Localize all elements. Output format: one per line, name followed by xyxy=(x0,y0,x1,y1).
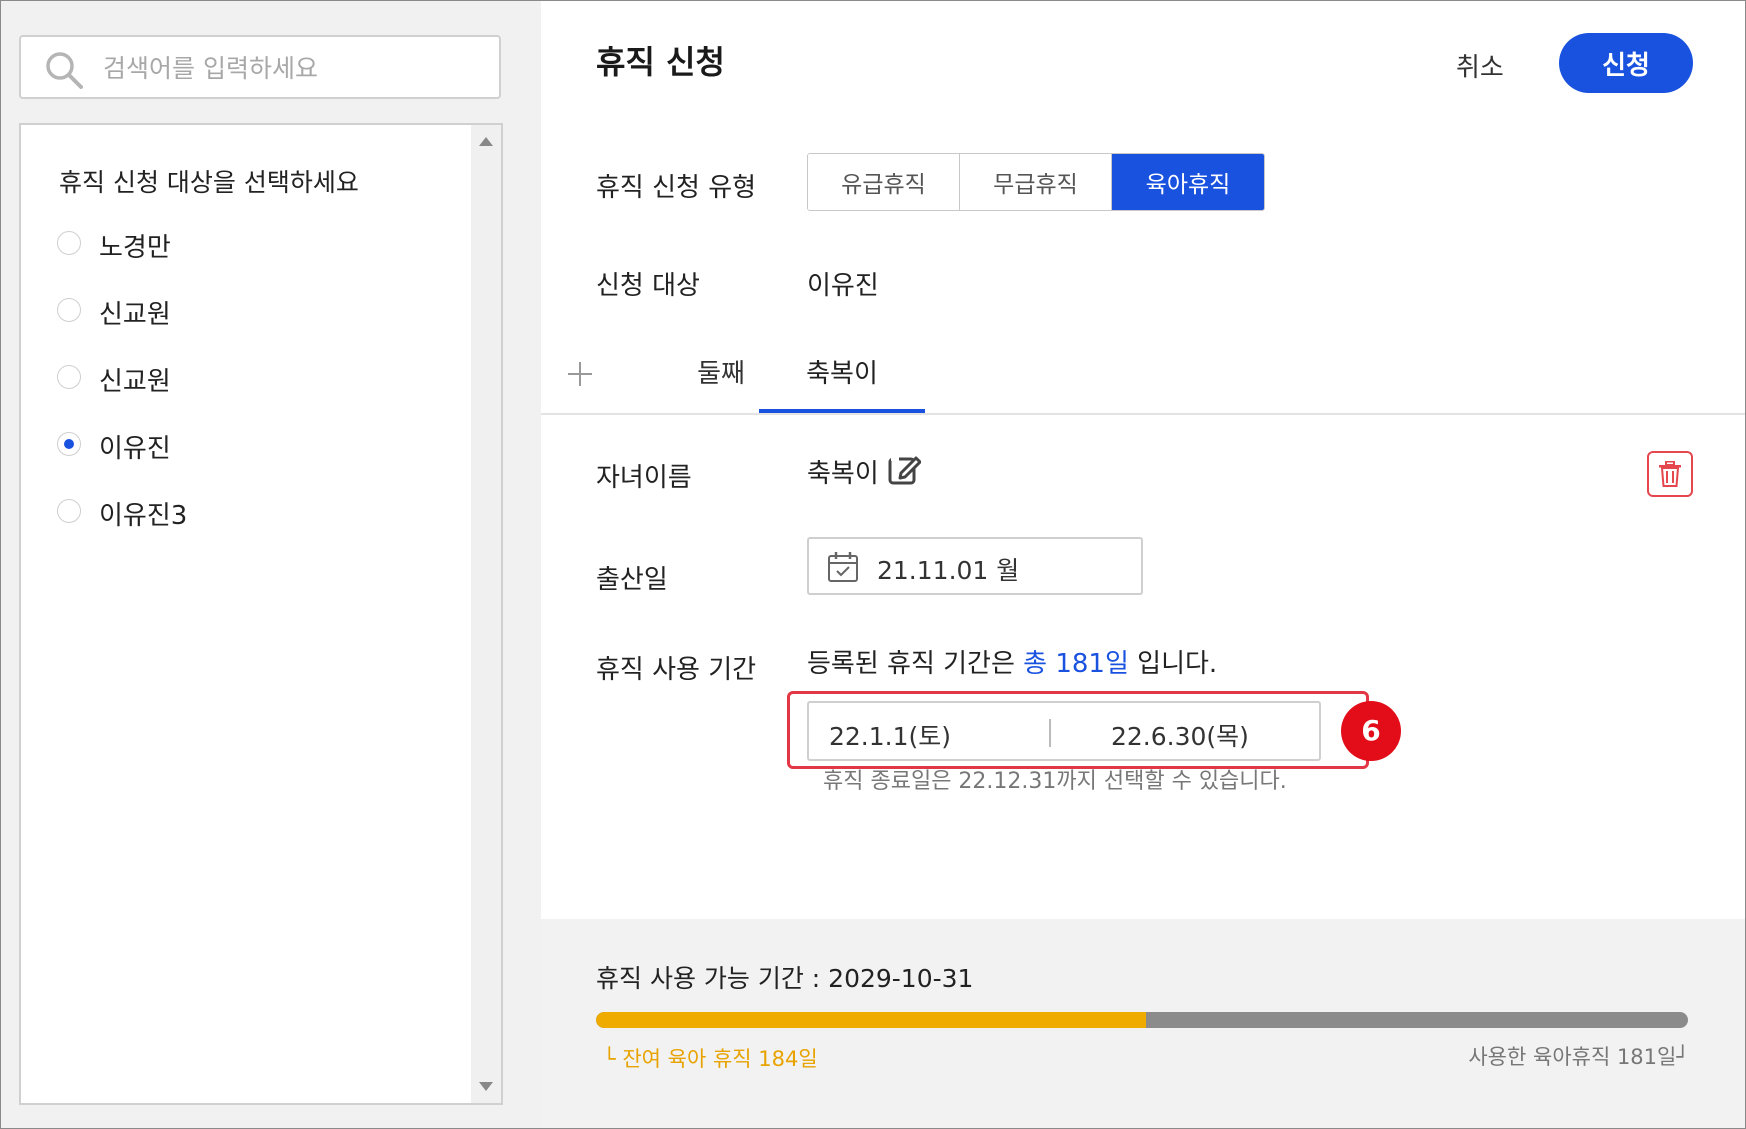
search-input[interactable] xyxy=(101,47,485,89)
delete-child-button[interactable] xyxy=(1647,451,1693,497)
birth-date-value: 21.11.01 월 xyxy=(877,556,1020,585)
employee-name: 신교원 xyxy=(99,300,171,330)
radio-button[interactable] xyxy=(57,231,81,255)
cancel-button[interactable]: 취소 xyxy=(1446,43,1514,88)
leave-form: 휴직 신청 취소 신청 휴직 신청 유형 유급휴직 무급휴직 육아휴직 신청 대… xyxy=(541,1,1745,1128)
employee-name: 노경만 xyxy=(99,233,171,263)
remaining-leave-label: └ 잔여 육아 휴직 184일 xyxy=(603,1047,818,1071)
employee-name: 이유진3 xyxy=(99,501,188,531)
leave-end-note: 휴직 종료일은 22.12.31까지 선택할 수 있습니다. xyxy=(823,769,1287,794)
birth-date-label: 출산일 xyxy=(596,565,668,595)
leave-type-paid[interactable]: 유급휴직 xyxy=(808,154,960,210)
scroll-down-icon[interactable] xyxy=(479,1082,493,1091)
radio-button-checked[interactable] xyxy=(57,432,81,456)
radio-button[interactable] xyxy=(57,298,81,322)
tab-child-active[interactable]: 축복이 xyxy=(759,353,925,413)
leave-type-unpaid[interactable]: 무급휴직 xyxy=(960,154,1112,210)
radio-button[interactable] xyxy=(57,365,81,389)
apply-button[interactable]: 신청 xyxy=(1559,33,1693,93)
available-period-text: 휴직 사용 가능 기간 : 2029-10-31 xyxy=(596,964,974,993)
child-name-label: 자녀이름 xyxy=(596,463,692,493)
target-label: 신청 대상 xyxy=(596,271,700,301)
leave-period-label: 휴직 사용 기간 xyxy=(596,655,757,685)
list-scrollbar[interactable] xyxy=(471,125,501,1103)
radio-button[interactable] xyxy=(57,499,81,523)
search-icon xyxy=(46,52,83,89)
leave-application-window: 휴직 신청 대상을 선택하세요 노경만 신교원 신교원 이유진 이유진3 xyxy=(0,0,1746,1129)
leave-start-date[interactable]: 22.1.1(토) xyxy=(829,717,951,753)
leave-usage-bar xyxy=(596,1012,1688,1028)
search-box[interactable] xyxy=(19,35,501,99)
leave-usage-summary: 휴직 사용 가능 기간 : 2029-10-31 └ 잔여 육아 휴직 184일… xyxy=(541,919,1745,1128)
leave-end-date[interactable]: 22.6.30(목) xyxy=(1111,717,1249,753)
employee-list-heading: 휴직 신청 대상을 선택하세요 xyxy=(59,168,359,197)
child-name-value: 축복이 xyxy=(807,459,879,489)
edit-icon[interactable] xyxy=(887,453,921,487)
remaining-leave-fill xyxy=(596,1012,1147,1028)
trash-icon xyxy=(1659,461,1681,487)
active-tab-indicator xyxy=(759,409,925,413)
leave-period-summary: 등록된 휴직 기간은 총 181일 입니다. xyxy=(807,643,1217,680)
used-leave-label: 사용한 육아휴직 181일┘ xyxy=(1468,1045,1689,1069)
leave-type-selector: 유급휴직 무급휴직 육아휴직 xyxy=(807,153,1265,211)
employee-list: 휴직 신청 대상을 선택하세요 노경만 신교원 신교원 이유진 이유진3 xyxy=(19,123,503,1105)
calendar-icon xyxy=(828,552,858,582)
tab-divider xyxy=(541,413,1745,415)
summary-suffix: 입니다. xyxy=(1128,649,1218,679)
summary-prefix: 등록된 휴직 기간은 xyxy=(807,649,1024,679)
scroll-up-icon[interactable] xyxy=(479,137,493,146)
leave-type-parental[interactable]: 육아휴직 xyxy=(1112,154,1264,210)
employee-name: 신교원 xyxy=(99,367,171,397)
target-value: 이유진 xyxy=(807,271,879,301)
step-number-badge: 6 xyxy=(1341,701,1401,761)
summary-total-days: 총 181일 xyxy=(1023,649,1129,679)
range-separator xyxy=(1049,719,1051,747)
leave-type-label: 휴직 신청 유형 xyxy=(596,173,757,203)
leave-date-range-field[interactable]: 22.1.1(토) 22.6.30(목) xyxy=(807,701,1321,761)
add-tab-icon[interactable] xyxy=(565,359,595,389)
page-title: 휴직 신청 xyxy=(596,43,725,81)
employee-name: 이유진 xyxy=(99,434,171,464)
employee-panel: 휴직 신청 대상을 선택하세요 노경만 신교원 신교원 이유진 이유진3 xyxy=(1,1,541,1128)
birth-date-field[interactable]: 21.11.01 월 xyxy=(807,537,1143,595)
